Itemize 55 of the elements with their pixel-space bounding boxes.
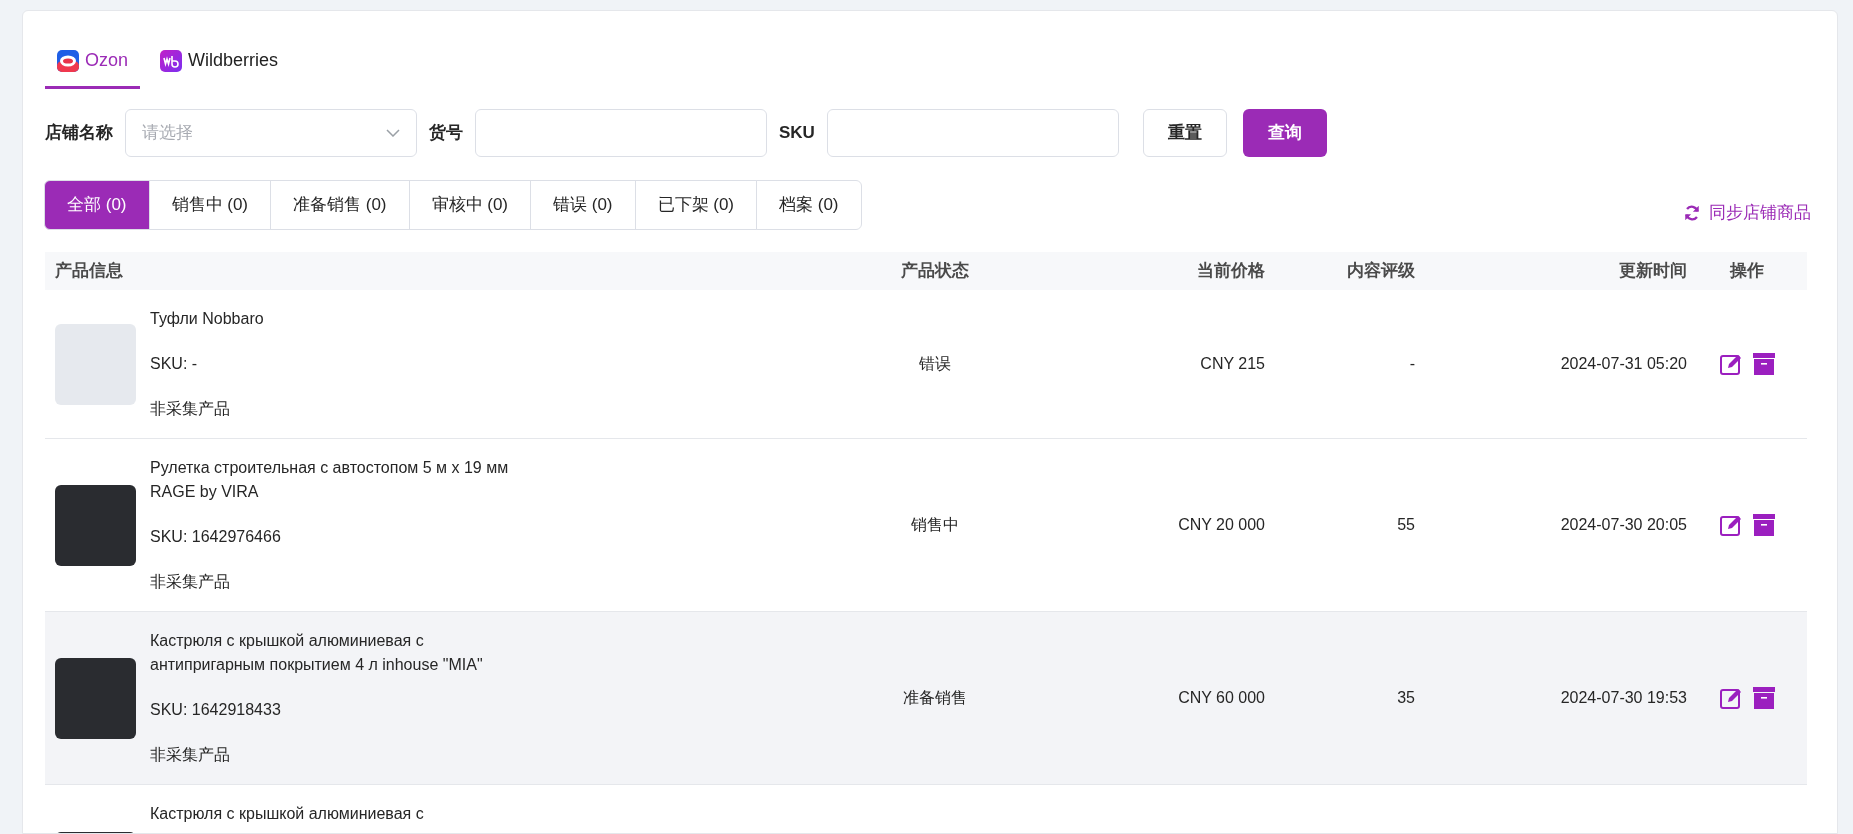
product-price: CNY 60 000 [1178,689,1265,706]
platform-tab[interactable]: Ozon [45,47,141,89]
update-time: 2024-07-31 05:20 [1560,355,1687,372]
rating-header: 内容评级 [1347,261,1415,281]
shop-name-label: 店铺名称 [45,122,113,145]
price-header: 当前价格 [1197,261,1265,281]
product-title: Рулетка строительная с автостопом 5 м х 19 мм RAGE by VIRA [150,458,510,502]
product-price: CNY 215 [1200,355,1265,372]
product-sku: SKU: 1642976466 [150,527,282,547]
status-tab[interactable]: 审核中 (0) [408,180,531,230]
archive-icon[interactable] [1752,353,1775,375]
sku-label: SKU [779,122,815,145]
wildberries-logo-icon [160,49,183,72]
product-status: 错误 [919,355,951,372]
actions-header: 操作 [1730,261,1764,281]
status-tab[interactable]: 档案 (0) [756,180,862,230]
status-tab[interactable]: 准备销售 (0) [270,180,410,230]
product-source: 非采集产品 [150,572,231,592]
content-rating: 55 [1397,516,1415,533]
edit-icon[interactable] [1719,514,1743,536]
content-rating: 35 [1397,689,1415,706]
product-status: 准备销售 [903,689,967,706]
product-source: 非采集产品 [150,399,231,419]
status-header: 产品状态 [901,261,969,281]
product-title: Кастрюля с крышкой алюминиевая с антипригарным покрытием 4 л inhouse "MIA" [150,631,484,675]
sku-input[interactable] [826,109,1119,157]
product-source: 非采集产品 [150,745,231,765]
edit-icon[interactable] [1719,353,1743,375]
reset-button[interactable]: 重置 [1142,109,1227,157]
updated-header: 更新时间 [1619,261,1687,281]
update-time: 2024-07-30 20:05 [1560,516,1687,533]
product-sku: SKU: 1642918433 [150,700,282,720]
article-input[interactable] [475,109,767,157]
status-tab[interactable]: 已下架 (0) [634,180,757,230]
sync-icon [1683,203,1701,222]
product-info-header: 产品信息 [55,261,123,281]
product-status: 销售中 [911,516,959,533]
product-title: Туфли Nobbaro [150,309,265,329]
edit-icon[interactable] [1719,687,1743,709]
product-sku: SKU: - [150,354,199,374]
content-rating: - [1409,355,1415,372]
platform-tab[interactable]: Wildberries [148,47,291,89]
status-tab[interactable]: 错误 (0) [530,180,636,230]
archive-icon[interactable] [1752,687,1775,709]
article-label: 货号 [429,122,463,145]
search-button[interactable]: 查询 [1242,109,1327,157]
archive-icon[interactable] [1752,514,1775,536]
product-title: Кастрюля с крышкой алюминиевая с [150,804,425,824]
status-tab[interactable]: 全部 (0) [44,180,150,230]
product-price: CNY 20 000 [1178,516,1265,533]
ozon-logo-icon [57,49,79,72]
update-time: 2024-07-30 19:53 [1560,689,1687,706]
status-tab[interactable]: 销售中 (0) [148,180,271,230]
chevron-down-icon [386,129,400,137]
sync-link[interactable]: 同步店铺商品 [1683,199,1811,226]
